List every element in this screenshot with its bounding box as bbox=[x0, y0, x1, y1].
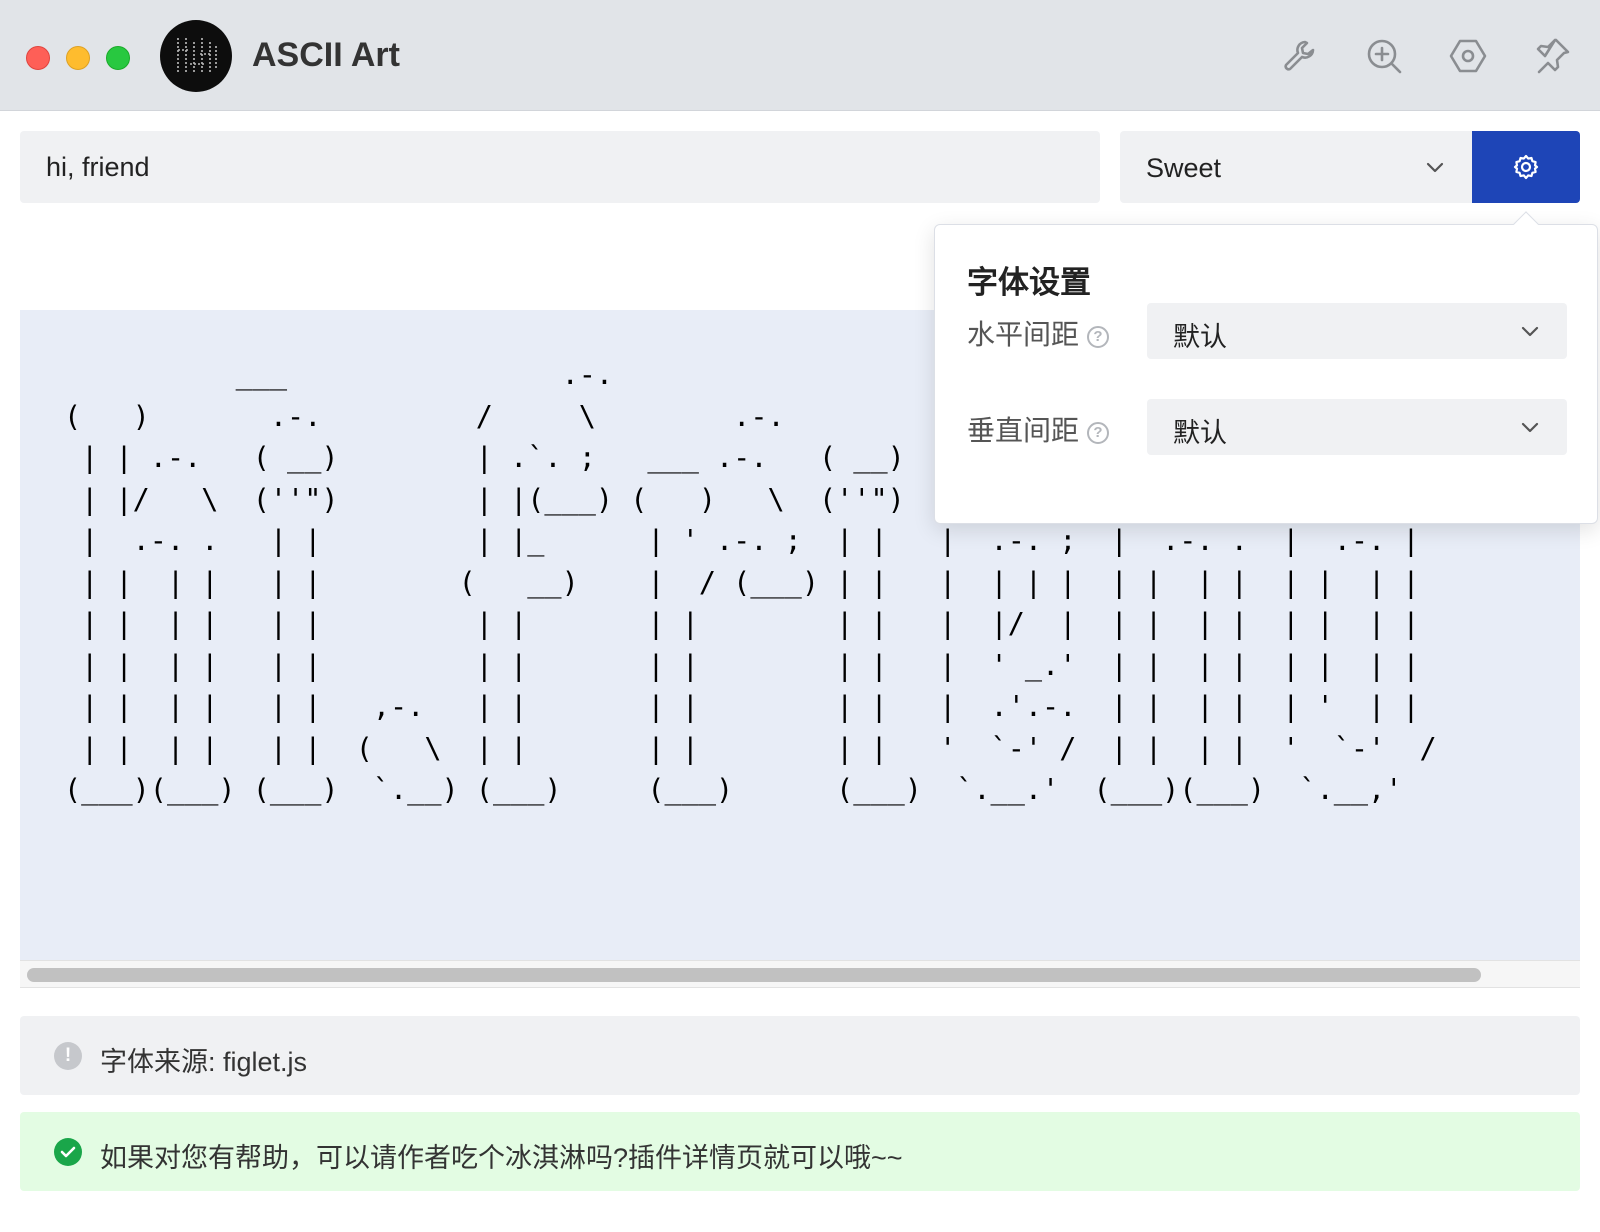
help-icon[interactable]: ? bbox=[1087, 422, 1110, 444]
font-select[interactable]: Sweet bbox=[1120, 131, 1472, 203]
info-alert: ! 字体来源: figlet.js bbox=[20, 1016, 1580, 1095]
app-logo-icon bbox=[160, 20, 232, 92]
vertical-spacing-select[interactable]: 默认 bbox=[1147, 399, 1567, 455]
chevron-down-icon bbox=[1519, 320, 1541, 342]
zoom-in-icon[interactable] bbox=[1364, 36, 1404, 76]
check-circle-icon bbox=[54, 1138, 82, 1166]
vertical-spacing-label: 垂直间距? bbox=[967, 409, 1110, 449]
font-settings-popover: 字体设置 水平间距? 默认 垂直间距? 默认 bbox=[934, 224, 1598, 524]
font-select-value: Sweet bbox=[1146, 153, 1222, 183]
vertical-spacing-value: 默认 bbox=[1173, 418, 1227, 448]
title-bar: ASCII Art bbox=[0, 0, 1600, 111]
horizontal-spacing-value: 默认 bbox=[1173, 322, 1227, 352]
hexagon-icon[interactable] bbox=[1448, 36, 1488, 76]
window-minimize-button[interactable] bbox=[66, 46, 90, 70]
horizontal-spacing-select[interactable]: 默认 bbox=[1147, 303, 1567, 359]
pin-icon[interactable] bbox=[1532, 36, 1572, 76]
horizontal-scrollbar[interactable] bbox=[20, 960, 1580, 988]
info-icon: ! bbox=[54, 1042, 82, 1070]
scrollbar-thumb[interactable] bbox=[27, 968, 1481, 982]
info-text: 字体来源: figlet.js bbox=[100, 1047, 308, 1077]
font-settings-button[interactable] bbox=[1472, 131, 1580, 203]
help-icon[interactable]: ? bbox=[1087, 326, 1110, 348]
app-title: ASCII Art bbox=[252, 36, 400, 74]
success-alert: 如果对您有帮助，可以请作者吃个冰淇淋吗?插件详情页就可以哦~~ bbox=[20, 1112, 1580, 1191]
text-input[interactable] bbox=[20, 131, 1100, 203]
popover-title: 字体设置 bbox=[967, 265, 1091, 300]
horizontal-spacing-label-text: 水平间距 bbox=[967, 319, 1080, 350]
chevron-down-icon bbox=[1519, 416, 1541, 438]
chevron-down-icon bbox=[1424, 156, 1446, 178]
window-close-button[interactable] bbox=[26, 46, 50, 70]
window-maximize-button[interactable] bbox=[106, 46, 130, 70]
vertical-spacing-label-text: 垂直间距 bbox=[967, 415, 1080, 446]
gear-icon bbox=[1513, 154, 1539, 180]
horizontal-spacing-label: 水平间距? bbox=[967, 313, 1110, 353]
success-text: 如果对您有帮助，可以请作者吃个冰淇淋吗?插件详情页就可以哦~~ bbox=[100, 1143, 903, 1173]
wrench-icon[interactable] bbox=[1280, 36, 1320, 76]
